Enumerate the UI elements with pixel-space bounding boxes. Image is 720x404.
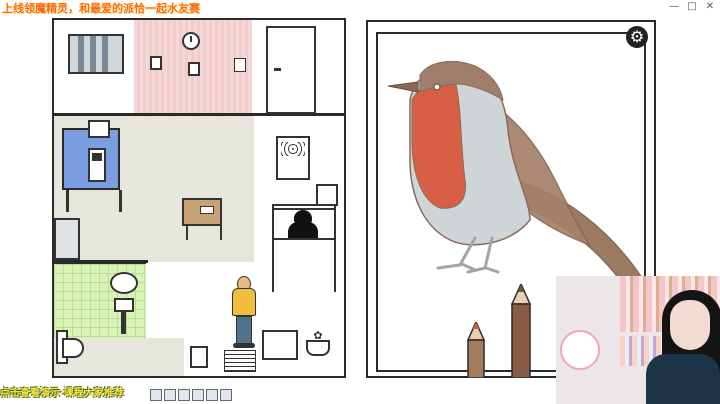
bathroom-sink[interactable] (114, 298, 134, 312)
dark-brown-pencil[interactable] (510, 284, 532, 378)
microwave[interactable] (88, 148, 106, 182)
bed-blanket-edge (274, 238, 334, 240)
light-switch[interactable] (234, 58, 246, 72)
bedroom-picture[interactable] (316, 184, 338, 206)
sink-stand (121, 312, 126, 334)
sleeping-person-body (288, 222, 318, 238)
floor-mat[interactable] (224, 350, 256, 372)
kitchen-counter-legs (66, 190, 122, 212)
minimize-icon[interactable]: — (666, 0, 682, 14)
low-bench[interactable] (262, 330, 298, 360)
plant-icon: ✿ (313, 329, 323, 342)
settings-gear-icon[interactable]: ⚙ (626, 26, 648, 48)
bird-eye (433, 83, 441, 91)
wall-photo[interactable] (150, 56, 162, 70)
webcam-badge (560, 330, 600, 370)
small-cabinet[interactable] (190, 346, 208, 368)
player-character[interactable] (232, 288, 256, 316)
streamer-face (670, 300, 710, 350)
app-icon-5[interactable] (206, 389, 218, 401)
cardboard-box[interactable] (88, 120, 110, 138)
app-icon-2[interactable] (164, 389, 176, 401)
door-knob (274, 68, 281, 71)
player-character-shoes (233, 343, 255, 348)
bathroom-wall (52, 260, 148, 263)
phone-on-table[interactable] (200, 206, 214, 214)
stream-bottom-caption: 点击查看演示·课程大家推荐 (0, 388, 124, 399)
plant-pot[interactable] (306, 340, 330, 356)
toilet[interactable] (62, 338, 84, 358)
fridge[interactable] (54, 218, 80, 260)
streamer-dress (646, 354, 720, 404)
player-character-legs (236, 316, 252, 344)
app-icon-6[interactable] (220, 389, 232, 401)
bathroom-mirror[interactable] (110, 272, 138, 294)
wall-note[interactable] (188, 62, 200, 76)
stream-top-caption: 上线领魔精灵，和最爱的派恰一起水友赛 (2, 2, 200, 15)
app-icon-4[interactable] (192, 389, 204, 401)
crib[interactable] (276, 136, 310, 180)
close-icon[interactable]: ✕ (702, 0, 718, 14)
wall-clock[interactable] (182, 32, 200, 50)
robin-painting[interactable] (380, 40, 650, 290)
restore-icon[interactable]: □ (684, 0, 700, 14)
bird-beak (387, 81, 419, 93)
house-window[interactable] (68, 34, 124, 74)
app-icon-3[interactable] (178, 389, 190, 401)
app-icon-1[interactable] (150, 389, 162, 401)
side-table-legs (186, 226, 222, 240)
light-brown-pencil[interactable] (466, 322, 486, 378)
